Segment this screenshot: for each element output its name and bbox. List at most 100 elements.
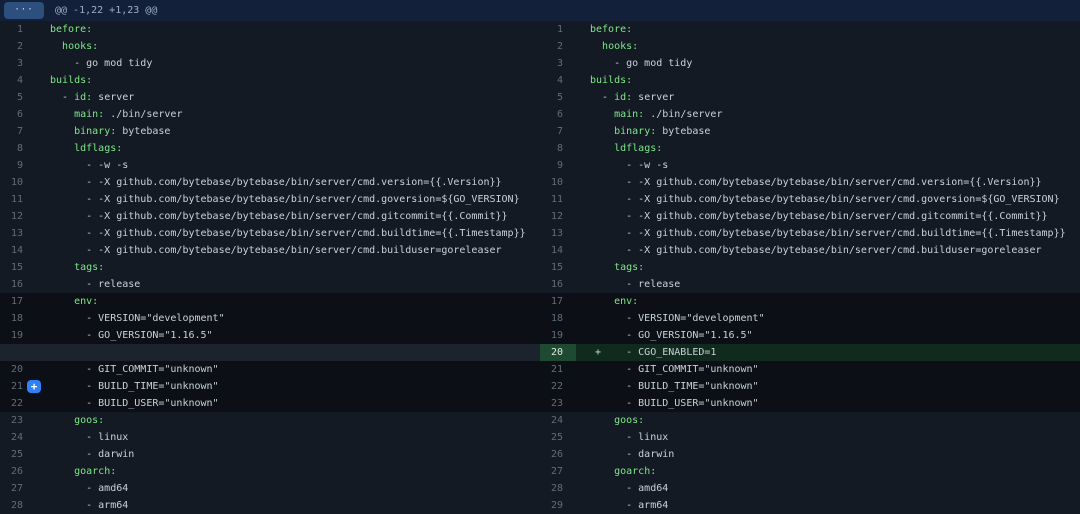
line-number[interactable]: 16 (540, 276, 576, 293)
yaml-key: binary: (74, 126, 116, 137)
code-line: main: ./bin/server (36, 106, 540, 123)
code-text: - GO_VERSION="1.16.5" (590, 330, 753, 341)
line-number[interactable]: 19 (0, 327, 36, 344)
code-text (50, 41, 62, 52)
code-text: - (50, 92, 74, 103)
line-number[interactable]: 7 (0, 123, 36, 140)
line-number[interactable]: 15 (540, 259, 576, 276)
code-line: - VERSION="development" (576, 310, 1080, 327)
line-number[interactable]: 1 (0, 21, 36, 38)
line-number[interactable]: 15 (0, 259, 36, 276)
line-number[interactable]: 22 (0, 395, 36, 412)
code-line: builds: (36, 72, 540, 89)
yaml-key: hooks: (62, 41, 98, 52)
line-number[interactable]: 5 (0, 89, 36, 106)
line-number[interactable]: 23 (540, 395, 576, 412)
yaml-key: hooks: (602, 41, 638, 52)
line-number[interactable]: 25 (540, 429, 576, 446)
line-number[interactable]: 13 (540, 225, 576, 242)
code-line: hooks: (576, 38, 1080, 55)
diff-row: 18 - VERSION="development" (0, 310, 540, 327)
add-comment-button[interactable]: + (27, 380, 41, 393)
line-number[interactable] (0, 344, 36, 361)
line-number[interactable]: 26 (540, 446, 576, 463)
line-number[interactable]: 4 (0, 72, 36, 89)
line-number[interactable]: 14 (540, 242, 576, 259)
line-number[interactable]: 6 (0, 106, 36, 123)
line-number[interactable]: 5 (540, 89, 576, 106)
code-text (590, 296, 614, 307)
line-number[interactable]: 13 (0, 225, 36, 242)
line-number[interactable]: 10 (0, 174, 36, 191)
code-line: - -X github.com/bytebase/bytebase/bin/se… (36, 208, 540, 225)
line-number[interactable]: 16 (0, 276, 36, 293)
line-number[interactable]: 22 (540, 378, 576, 395)
yaml-key: goarch: (614, 466, 656, 477)
line-number[interactable]: 24 (0, 429, 36, 446)
line-number[interactable]: 26 (0, 463, 36, 480)
line-number[interactable]: 14 (0, 242, 36, 259)
code-line: hooks: (36, 38, 540, 55)
code-line: main: ./bin/server (576, 106, 1080, 123)
line-number[interactable]: 11 (0, 191, 36, 208)
line-number[interactable]: 6 (540, 106, 576, 123)
line-number[interactable]: 20 (540, 344, 576, 361)
code-line: - BUILD_TIME="unknown" (576, 378, 1080, 395)
code-text: - GO_VERSION="1.16.5" (50, 330, 213, 341)
line-number[interactable]: 1 (540, 21, 576, 38)
line-number[interactable]: 29 (540, 497, 576, 514)
code-line: ldflags: (36, 140, 540, 157)
line-number[interactable]: 12 (0, 208, 36, 225)
expand-hunk-button[interactable]: ··· (4, 2, 44, 19)
diff-row: 28 - amd64 (540, 480, 1080, 497)
line-number[interactable]: 18 (540, 310, 576, 327)
line-number[interactable]: 3 (0, 55, 36, 72)
yaml-key: goarch: (74, 466, 116, 477)
diff-row: 19 - GO_VERSION="1.16.5" (540, 327, 1080, 344)
diff-row: 7 binary: bytebase (540, 123, 1080, 140)
code-text (590, 415, 614, 426)
line-number[interactable]: 3 (540, 55, 576, 72)
code-line: - darwin (36, 446, 540, 463)
line-number[interactable]: 12 (540, 208, 576, 225)
line-number[interactable]: 8 (0, 140, 36, 157)
code-line: - -X github.com/bytebase/bytebase/bin/se… (36, 191, 540, 208)
line-number[interactable]: 17 (0, 293, 36, 310)
line-number[interactable]: 27 (540, 463, 576, 480)
line-number[interactable]: 9 (0, 157, 36, 174)
line-number[interactable]: 9 (540, 157, 576, 174)
code-line: builds: (576, 72, 1080, 89)
line-number[interactable]: 20 (0, 361, 36, 378)
line-number[interactable]: 21 (540, 361, 576, 378)
line-number[interactable]: 17 (540, 293, 576, 310)
code-line: env: (36, 293, 540, 310)
line-number[interactable]: 7 (540, 123, 576, 140)
diff-row: 23 goos: (0, 412, 540, 429)
line-number[interactable]: 23 (0, 412, 36, 429)
line-number[interactable]: 19 (540, 327, 576, 344)
line-number[interactable]: 2 (0, 38, 36, 55)
line-number[interactable]: 4 (540, 72, 576, 89)
line-number[interactable]: 28 (540, 480, 576, 497)
line-number[interactable]: 18 (0, 310, 36, 327)
code-line: - -w -s (576, 157, 1080, 174)
code-line: - -X github.com/bytebase/bytebase/bin/se… (576, 174, 1080, 191)
diff-row: 25 - darwin (0, 446, 540, 463)
line-number[interactable]: 27 (0, 480, 36, 497)
diff-row: 2 hooks: (0, 38, 540, 55)
code-text: - BUILD_USER="unknown" (50, 398, 219, 409)
line-number[interactable]: 25 (0, 446, 36, 463)
yaml-key: main: (74, 109, 104, 120)
code-line: tags: (36, 259, 540, 276)
line-number[interactable]: 11 (540, 191, 576, 208)
line-number[interactable]: 28 (0, 497, 36, 514)
split-diff-view: ··· @@ -1,22 +1,23 @@ 1before:2 hooks:3 … (0, 0, 1080, 514)
code-text (50, 126, 74, 137)
code-line: - GIT_COMMIT="unknown" (576, 361, 1080, 378)
line-number[interactable]: 2 (540, 38, 576, 55)
line-number[interactable]: 10 (540, 174, 576, 191)
line-number[interactable]: 8 (540, 140, 576, 157)
diff-row: 15 tags: (0, 259, 540, 276)
diff-row: 10 - -X github.com/bytebase/bytebase/bin… (540, 174, 1080, 191)
line-number[interactable]: 24 (540, 412, 576, 429)
